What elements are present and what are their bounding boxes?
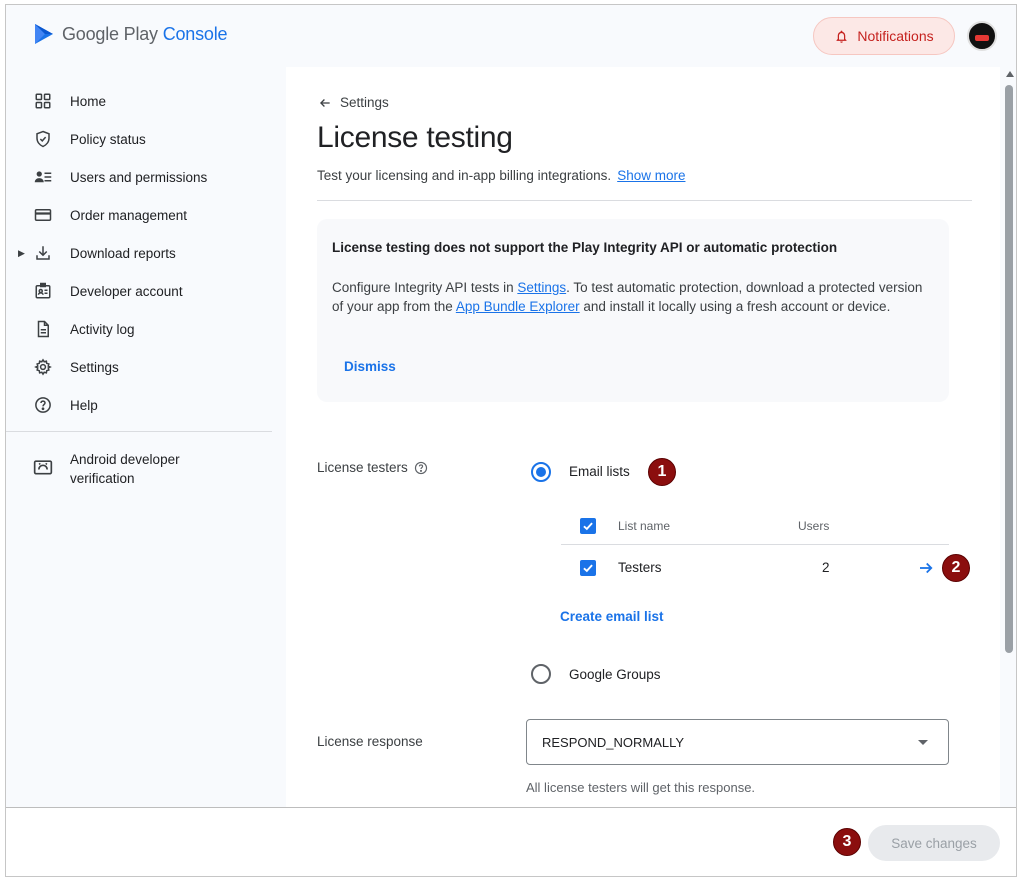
create-email-list-link[interactable]: Create email list: [560, 609, 664, 624]
sidebar-item-label: Android developer verification: [70, 452, 180, 486]
license-response-value: RESPOND_NORMALLY: [542, 734, 685, 750]
sidebar-item-policy-status[interactable]: Policy status: [6, 124, 276, 154]
id-card-icon: [33, 281, 53, 301]
license-response-select[interactable]: RESPOND_NORMALLY: [526, 719, 949, 765]
document-icon: [33, 319, 53, 339]
row-checkbox[interactable]: [580, 560, 596, 576]
back-link-label: Settings: [340, 95, 389, 110]
play-console-logo-icon: [35, 24, 53, 44]
subtitle-text: Test your licensing and in-app billing i…: [317, 168, 612, 183]
sidebar-item-help[interactable]: Help: [6, 390, 276, 420]
sidebar-item-label: Settings: [70, 359, 119, 375]
shield-icon: [33, 129, 53, 149]
column-header-users: Users: [798, 519, 830, 533]
users-icon: [33, 167, 53, 187]
download-icon: [33, 243, 53, 263]
info-banner: License testing does not support the Pla…: [317, 219, 949, 402]
sidebar-item-label: Download reports: [70, 245, 176, 261]
license-testers-text: License testers: [317, 460, 408, 475]
sidebar-item-home[interactable]: Home: [6, 86, 276, 116]
sidebar-item-label: Policy status: [70, 131, 146, 147]
google-groups-label: Google Groups: [569, 667, 661, 682]
list-name-cell: Testers: [618, 560, 662, 575]
logo-text: Google Play Console: [62, 23, 228, 44]
notifications-label: Notifications: [857, 28, 934, 44]
sidebar-item-label: Users and permissions: [70, 169, 208, 185]
google-groups-radio[interactable]: [531, 664, 551, 684]
arrow-right-icon[interactable]: [917, 559, 935, 577]
page-subtitle: Test your licensing and in-app billing i…: [317, 168, 685, 183]
users-count-cell: 2: [822, 560, 830, 575]
app-bundle-explorer-link[interactable]: App Bundle Explorer: [456, 299, 580, 314]
notifications-button[interactable]: Notifications: [813, 17, 955, 55]
logo[interactable]: Google Play Console: [32, 22, 228, 46]
sidebar-item-order-management[interactable]: Order management: [6, 200, 276, 230]
license-response-helper: All license testers will get this respon…: [526, 780, 756, 795]
bell-icon: [836, 30, 847, 43]
android-icon: [33, 457, 53, 477]
main-content: Settings License testing Test your licen…: [286, 67, 1000, 807]
show-more-link[interactable]: Show more: [617, 168, 685, 183]
dropdown-arrow-icon: [918, 740, 928, 745]
sidebar-item-download-reports[interactable]: ▶ Download reports: [6, 238, 276, 268]
sidebar-item-developer-account[interactable]: Developer account: [6, 276, 276, 306]
email-lists-label: Email lists: [569, 464, 630, 479]
credit-card-icon: [33, 205, 53, 225]
select-all-checkbox[interactable]: [580, 518, 596, 534]
back-link[interactable]: Settings: [318, 95, 389, 110]
sidebar-item-android-developer-verification[interactable]: Android developer verification: [6, 447, 276, 491]
sidebar-item-label: Activity log: [70, 321, 135, 337]
banner-text: Configure Integrity API tests in: [332, 280, 518, 295]
step-marker-2: 2: [942, 554, 970, 582]
banner-title: License testing does not support the Pla…: [332, 240, 838, 255]
top-header: Google Play Console Notifications: [6, 5, 1016, 67]
footer-bar: 3 Save changes: [6, 807, 1016, 876]
sidebar-item-label: Help: [70, 397, 98, 413]
settings-link[interactable]: Settings: [517, 280, 566, 295]
sidebar-item-label: Order management: [70, 207, 188, 223]
page-title: License testing: [317, 121, 513, 154]
table-header-divider: [561, 544, 949, 545]
save-changes-button[interactable]: Save changes: [868, 825, 1000, 861]
check-icon: [583, 522, 593, 531]
check-icon: [583, 564, 593, 573]
license-testers-label: License testers: [317, 460, 428, 475]
banner-body: Configure Integrity API tests in Setting…: [332, 278, 932, 316]
sidebar-item-label: Developer account: [70, 283, 183, 299]
sidebar: Home Policy status Users and permissions…: [6, 67, 286, 807]
gear-icon: [33, 357, 53, 377]
arrow-left-icon: [320, 98, 330, 107]
license-response-label: License response: [317, 734, 423, 749]
sidebar-divider: [6, 431, 272, 432]
help-circle-icon[interactable]: [414, 461, 428, 475]
step-marker-1: 1: [648, 458, 676, 486]
scroll-up-arrow-icon[interactable]: [1006, 71, 1014, 77]
sidebar-item-activity-log[interactable]: Activity log: [6, 314, 276, 344]
grid-icon: [33, 91, 53, 111]
main-scrollbar[interactable]: [1002, 67, 1016, 807]
step-marker-3: 3: [833, 828, 861, 856]
license-response-text: License response: [317, 734, 423, 749]
help-icon: [33, 395, 53, 415]
title-divider: [317, 200, 972, 201]
sidebar-item-label: Home: [70, 93, 107, 109]
column-header-list-name: List name: [618, 519, 671, 533]
dismiss-button[interactable]: Dismiss: [344, 359, 396, 374]
scrollbar-thumb[interactable]: [1005, 85, 1013, 653]
banner-text: and install it locally using a fresh acc…: [579, 299, 891, 314]
email-lists-radio[interactable]: [531, 462, 551, 482]
sidebar-item-settings[interactable]: Settings: [6, 352, 276, 382]
avatar[interactable]: [967, 21, 997, 51]
app-window: Google Play Console Notifications Home P…: [5, 4, 1017, 877]
sidebar-item-users-and-permissions[interactable]: Users and permissions: [6, 162, 276, 192]
caret-right-icon[interactable]: ▶: [18, 248, 25, 259]
